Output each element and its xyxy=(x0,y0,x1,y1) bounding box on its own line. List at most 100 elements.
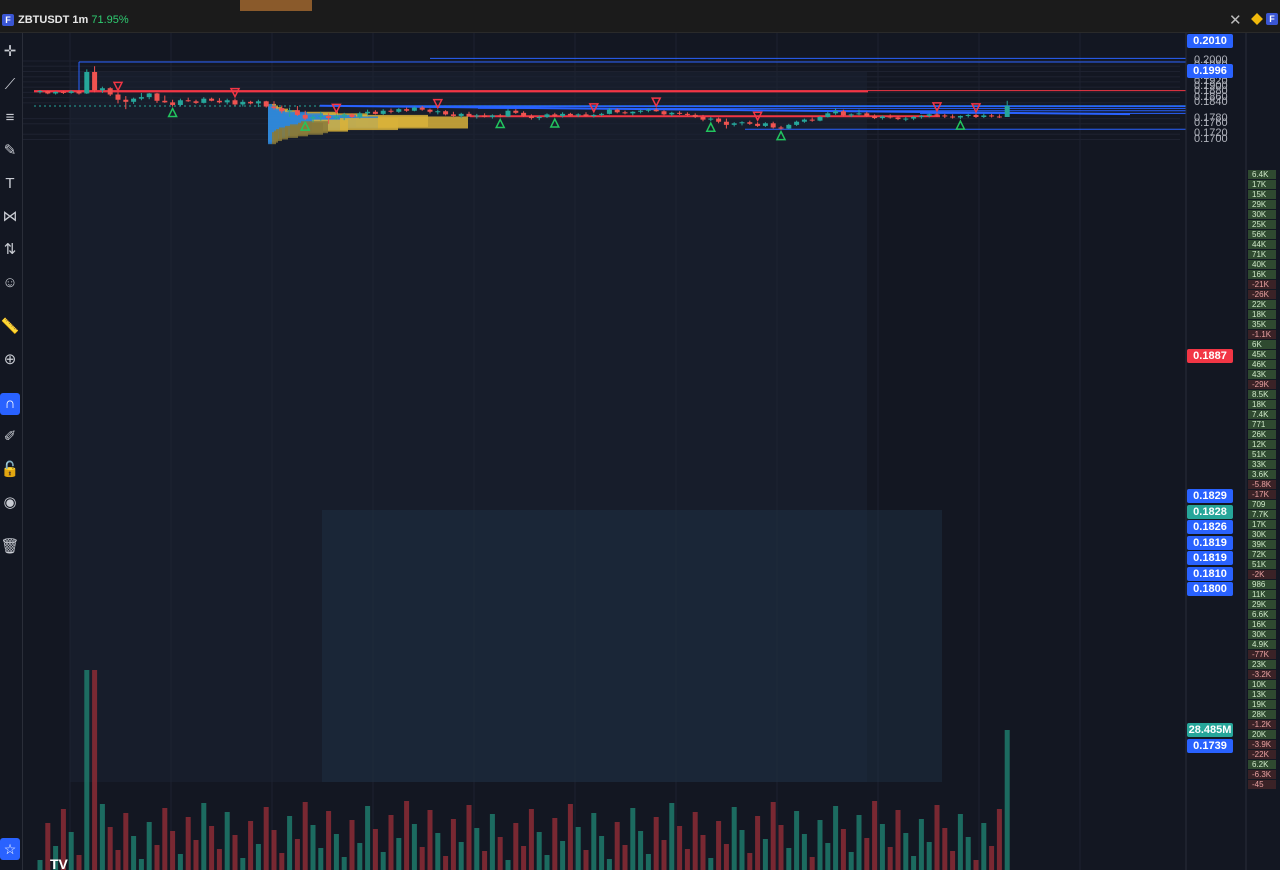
interval-4h[interactable]: 4Ч xyxy=(185,41,200,55)
volume-profile-bar-buy xyxy=(268,110,285,123)
candle-body xyxy=(193,101,199,103)
interval-month[interactable]: Мес xyxy=(248,41,271,55)
brush-icon[interactable]: ✎ xyxy=(0,140,20,162)
volume-profile-bar-buy xyxy=(268,124,290,137)
delta-value: 19K xyxy=(1248,700,1276,709)
trash-icon[interactable]: 🗑 xyxy=(0,536,20,558)
delta-value: 33K xyxy=(1248,460,1276,469)
settings-gear-icon[interactable]: ⚙ xyxy=(402,37,417,57)
delta-value: 10K xyxy=(1248,680,1276,689)
volume-bar xyxy=(801,834,807,870)
emoji-icon[interactable]: ☺ xyxy=(0,272,20,294)
candle-body xyxy=(513,110,519,113)
volume-bar xyxy=(216,849,222,870)
volume-bar xyxy=(934,805,940,870)
indicators-icon[interactable]: 📊 xyxy=(354,38,373,56)
volume-bar xyxy=(341,857,347,870)
sell-signal-marker xyxy=(650,97,662,108)
volume-bar xyxy=(528,809,534,870)
volume-bar xyxy=(287,816,293,870)
candle-body xyxy=(107,88,113,95)
candle-body xyxy=(950,116,956,118)
tab-indicator[interactable] xyxy=(240,0,312,11)
zoom-icon[interactable]: ⊕ xyxy=(0,349,20,371)
ruler-icon[interactable]: 📏 xyxy=(0,316,20,338)
volume-profile-bar-sell xyxy=(285,125,298,138)
sell-signal-marker xyxy=(931,102,943,113)
sell-signal-marker xyxy=(112,81,124,93)
volume-bar xyxy=(864,838,870,870)
interval-1h[interactable]: 1Ч xyxy=(160,41,175,55)
text-icon[interactable]: T xyxy=(0,173,20,195)
delta-value: 20K xyxy=(1248,730,1276,739)
interval-day[interactable]: Д xyxy=(210,41,218,55)
volume-bar xyxy=(37,860,43,870)
candle-body xyxy=(825,113,831,118)
candle-body xyxy=(302,114,308,119)
candle-body xyxy=(669,112,675,115)
volume-profile-bar-buy xyxy=(268,132,272,145)
candle-body xyxy=(123,99,129,102)
close-icon[interactable]: ✕ xyxy=(1229,11,1242,29)
range-highlight-zone xyxy=(70,72,867,782)
volume-bar xyxy=(458,842,464,870)
candle-body xyxy=(638,110,644,112)
position-icon[interactable]: ⇅ xyxy=(0,239,20,261)
symbol-title[interactable]: ZBTUSDT 1m 71.95% xyxy=(18,14,129,26)
delta-value: 72K xyxy=(1248,550,1276,559)
volume-bar xyxy=(848,852,854,870)
interval-15m[interactable]: 15М xyxy=(126,41,149,55)
volume-bar xyxy=(560,841,566,870)
volume-bar xyxy=(622,845,628,870)
chevron-down-icon[interactable]: ⌄ xyxy=(284,41,292,52)
price-chart[interactable] xyxy=(0,0,1280,870)
price-badge: 0.1739 xyxy=(1187,739,1233,753)
interval-15s[interactable]: 15С xyxy=(40,41,62,55)
delta-value: 6.4K xyxy=(1248,170,1276,179)
candle-body xyxy=(271,106,277,109)
volume-bar xyxy=(856,815,862,870)
buy-signal-marker xyxy=(775,129,787,141)
high-label: H xyxy=(483,43,491,55)
candle-body xyxy=(645,109,651,111)
volume-bar xyxy=(716,821,722,870)
line-style-icon[interactable]: ⟜ xyxy=(452,40,462,55)
volume-bar xyxy=(739,830,745,870)
eye-icon[interactable]: ◉ xyxy=(0,492,20,514)
interval-week[interactable]: Н xyxy=(229,41,238,55)
candle-body xyxy=(138,97,144,99)
candle-body xyxy=(770,123,776,128)
candle-body xyxy=(653,109,659,112)
candles-icon[interactable]: ⫾ xyxy=(314,38,319,55)
horizontal-lines-icon[interactable]: ≡ xyxy=(0,107,20,129)
tradingview-logo-icon[interactable]: TV xyxy=(50,856,68,870)
candle-body xyxy=(989,115,995,117)
magnet-icon[interactable]: ∩ xyxy=(0,393,20,415)
sell-signal-marker xyxy=(588,103,600,114)
interval-5m[interactable]: 5М xyxy=(99,41,116,55)
price-badge: 0.1819 xyxy=(1187,536,1233,550)
price-badge: 0.1826 xyxy=(1187,520,1233,534)
volume-profile-bar-sell xyxy=(274,105,278,118)
volume-bar xyxy=(786,848,792,870)
candle-body xyxy=(856,113,862,115)
crosshair-icon[interactable]: ✛ xyxy=(0,41,20,63)
delta-value: 29K xyxy=(1248,600,1276,609)
lock-drawing-icon[interactable]: ✐ xyxy=(0,426,20,448)
candle-body xyxy=(778,127,784,129)
candle-body xyxy=(809,119,815,121)
interval-1m[interactable]: 1М xyxy=(73,41,90,55)
trend-line-icon[interactable]: ⟋ xyxy=(0,74,20,96)
candle-body xyxy=(801,119,807,122)
volume-bar xyxy=(957,814,963,870)
favorites-star-icon[interactable]: ☆ xyxy=(0,838,20,860)
candle-body xyxy=(435,111,441,113)
candle-body xyxy=(692,114,698,118)
sell-signal-marker xyxy=(432,98,444,110)
range-highlight-zone-inner xyxy=(322,510,942,782)
candle-body xyxy=(404,109,410,111)
lock-icon[interactable]: 🔓 xyxy=(0,459,20,481)
volume-profile-bar-buy xyxy=(268,121,301,134)
pattern-icon[interactable]: ⋈ xyxy=(0,206,20,228)
volume-profile-bar-sell xyxy=(279,108,288,121)
